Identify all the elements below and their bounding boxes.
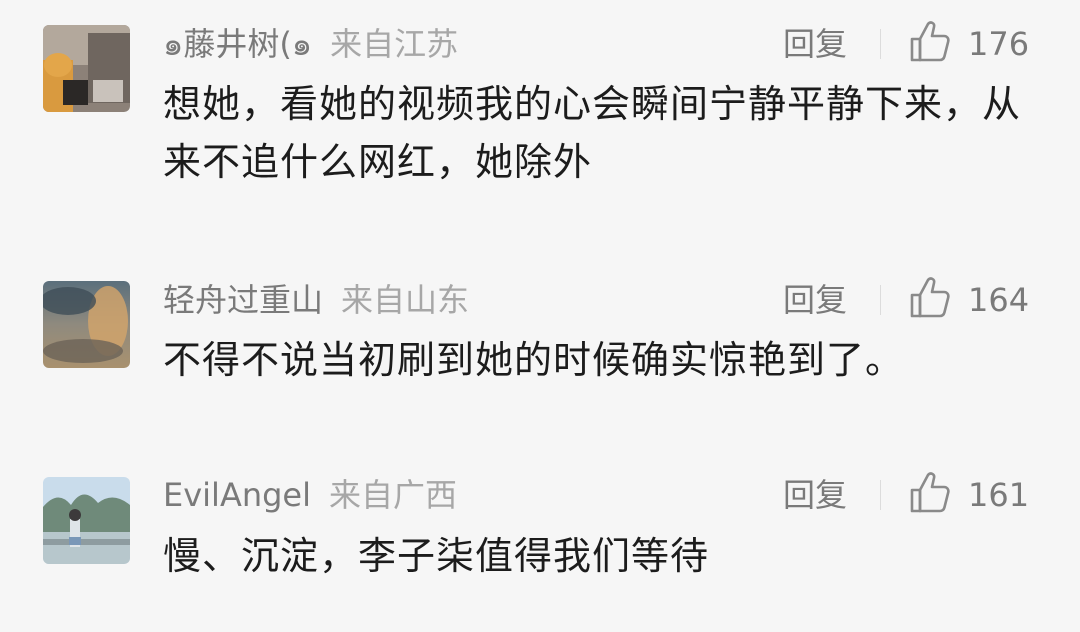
comment-header: 轻舟过重山 来自山东 [163,278,469,322]
location-label: 来自广西 [329,476,458,514]
like-button[interactable] [908,276,952,320]
reply-button[interactable]: 回复 [783,473,847,517]
divider [880,29,881,59]
username[interactable]: 轻舟过重山 [163,281,323,319]
avatar[interactable] [43,25,130,112]
divider [880,480,881,510]
comment-text: 想她，看她的视频我的心会瞬间宁静平静下来，从来不追什么网红，她除外 [163,82,1022,184]
comment-header: EvilAngel 来自广西 [163,473,457,517]
reply-button[interactable]: 回复 [783,22,847,66]
avatar[interactable] [43,281,130,368]
username[interactable]: EvilAngel [163,476,311,514]
location-label: 来自江苏 [330,25,459,63]
thumbs-up-icon [910,472,950,513]
comment-text: 不得不说当初刷到她的时候确实惊艳到了。 [163,338,905,382]
divider [880,285,881,315]
like-count: 161 [968,476,1030,514]
like-button[interactable] [908,20,952,64]
username[interactable]: ๑藤井树(๑ [163,25,312,63]
location-label: 来自山东 [341,281,470,319]
comment-text: 慢、沉淀，李子柒值得我们等待 [163,534,710,578]
reply-button[interactable]: 回复 [783,278,847,322]
avatar[interactable] [43,477,130,564]
thumbs-up-icon [910,21,950,62]
thumbs-up-icon [910,277,950,318]
like-count: 176 [968,25,1030,63]
comment-header: ๑藤井树(๑ 来自江苏 [163,22,458,66]
like-button[interactable] [908,471,952,515]
like-count: 164 [968,281,1030,319]
